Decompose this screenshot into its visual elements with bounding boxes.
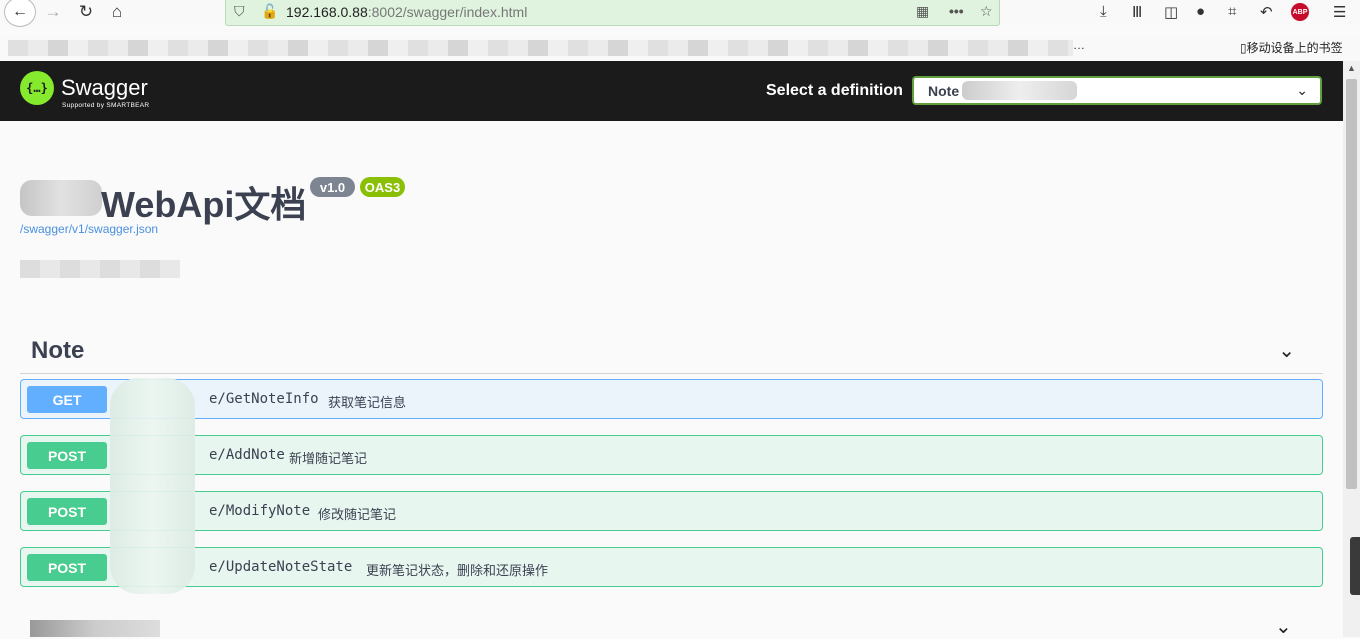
- bookmarks-bar: … ▯移动设备上的书签: [0, 36, 1360, 60]
- chevron-down-icon: ⌄: [1296, 82, 1308, 98]
- second-tag-redacted: [30, 620, 160, 637]
- mobile-icon: ▯: [1240, 41, 1247, 55]
- library-icon[interactable]: Ⅲ: [1132, 3, 1142, 21]
- chevron-down-icon[interactable]: ⌄: [1275, 614, 1292, 639]
- url-bar[interactable]: ⛉ 🔓 192.168.0.88:8002/swagger/index.html…: [225, 0, 1000, 26]
- tag-header-note[interactable]: Note ⌄: [20, 330, 1323, 374]
- operation-path: e/UpdateNoteState: [209, 559, 353, 575]
- browser-toolbar: ← → ↻ ⌂ ⛉ 🔓 192.168.0.88:8002/swagger/in…: [0, 0, 1360, 27]
- download-icon[interactable]: ⤓: [1100, 3, 1107, 20]
- swagger-topbar: {…} Swagger Supported by SMARTBEAR Selec…: [0, 61, 1343, 121]
- arrow-right-icon: →: [44, 2, 62, 21]
- scroll-thumb[interactable]: [1346, 79, 1357, 489]
- version-badge: v1.0: [310, 177, 355, 197]
- definition-select[interactable]: Note ⌄: [912, 76, 1322, 105]
- home-button[interactable]: ⌂: [104, 0, 130, 24]
- qr-code-icon[interactable]: ▦: [916, 3, 929, 20]
- operation-add-note[interactable]: POST e/AddNote 新增随记笔记: [20, 435, 1323, 475]
- scroll-up-icon[interactable]: ▲: [1347, 63, 1356, 73]
- definition-label: Select a definition: [766, 82, 903, 99]
- swagger-logo-sub: Supported by SMARTBEAR: [62, 102, 150, 109]
- operation-path: e/AddNote: [209, 447, 285, 463]
- title-redacted: [20, 180, 102, 216]
- home-icon: ⌂: [111, 2, 123, 21]
- crop-icon[interactable]: ⌗: [1228, 3, 1236, 20]
- logo-symbol: {…}: [26, 81, 48, 95]
- mobile-bookmarks[interactable]: ▯移动设备上的书签: [1240, 39, 1343, 56]
- operation-update-note-state[interactable]: POST e/UpdateNoteState 更新笔记状态，删除和还原操作: [20, 547, 1323, 587]
- page-title: WebApi文档: [101, 184, 307, 225]
- method-badge: GET: [27, 386, 107, 413]
- reload-icon: ↻: [78, 2, 94, 21]
- operation-get-note-info[interactable]: GET e/GetNoteInfo 获取笔记信息: [20, 379, 1323, 419]
- page-actions-icon[interactable]: •••: [949, 3, 964, 19]
- method-badge: POST: [27, 554, 107, 581]
- forward-button[interactable]: →: [40, 0, 66, 24]
- description-redacted: [20, 260, 180, 278]
- star-icon[interactable]: ☆: [980, 3, 993, 20]
- adblock-icon[interactable]: ABP: [1291, 3, 1309, 21]
- insecure-lock-icon: 🔓: [261, 3, 279, 19]
- swagger-logo-text: Swagger: [61, 75, 148, 100]
- adblock-label: ABP: [1292, 8, 1308, 16]
- spec-link[interactable]: /swagger/v1/swagger.json: [20, 222, 158, 236]
- operation-summary: 新增随记笔记: [289, 451, 368, 466]
- side-panel-handle[interactable]: [1350, 537, 1360, 595]
- url-text: 192.168.0.88:8002/swagger/index.html: [286, 4, 528, 20]
- swagger-logo-icon[interactable]: {…}: [20, 71, 54, 105]
- operation-summary: 更新笔记状态，删除和还原操作: [366, 563, 549, 578]
- sidebar-icon[interactable]: ◫: [1164, 3, 1178, 21]
- tag-name: Note: [31, 337, 85, 364]
- undo-icon[interactable]: ↶: [1260, 3, 1273, 21]
- operation-modify-note[interactable]: POST e/ModifyNote 修改随记笔记: [20, 491, 1323, 531]
- definition-redacted: [962, 81, 1077, 100]
- shield-icon: ⛉: [234, 3, 245, 19]
- mobile-bookmarks-label: 移动设备上的书签: [1246, 41, 1343, 55]
- operation-path: e/ModifyNote: [209, 503, 311, 519]
- method-badge: POST: [27, 442, 107, 469]
- bookmarks-overflow[interactable]: …: [1073, 38, 1085, 52]
- menu-icon[interactable]: ☰: [1333, 3, 1346, 21]
- operation-summary: 获取笔记信息: [328, 395, 407, 410]
- method-badge: POST: [27, 498, 107, 525]
- extension-globe-icon[interactable]: ●: [1196, 3, 1205, 20]
- operation-summary: 修改随记笔记: [318, 507, 397, 522]
- arrow-left-icon: ←: [12, 3, 28, 20]
- bookmarks-redacted: [8, 40, 1073, 56]
- back-button[interactable]: ←: [4, 0, 36, 27]
- reload-button[interactable]: ↻: [73, 0, 99, 24]
- operation-path: e/GetNoteInfo: [209, 391, 319, 407]
- chevron-down-icon[interactable]: ⌄: [1278, 338, 1295, 363]
- definition-value: Note: [928, 83, 960, 99]
- path-redacted: [110, 378, 195, 594]
- oas-badge: OAS3: [360, 177, 405, 197]
